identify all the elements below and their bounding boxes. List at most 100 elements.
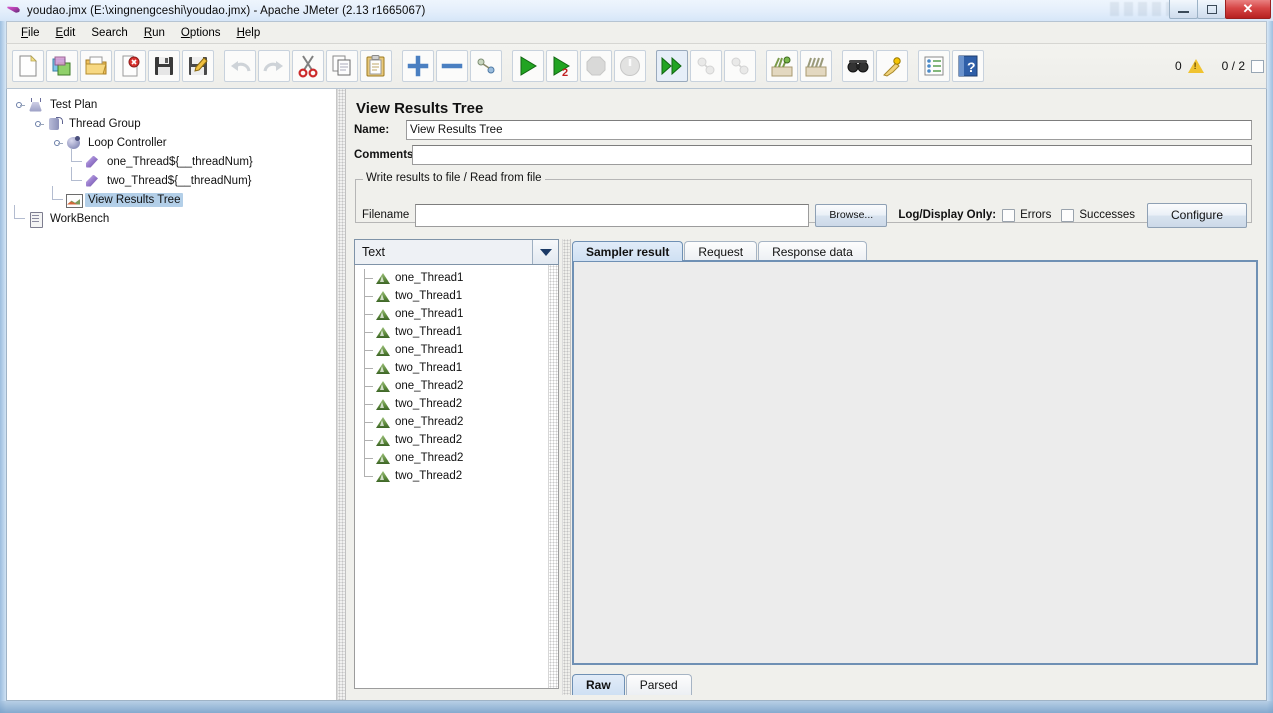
tree-node[interactable]: View Results Tree (13, 190, 336, 209)
tree-expander[interactable] (51, 133, 65, 152)
toolbar-remote-start-all-button[interactable] (656, 50, 688, 82)
tree-node[interactable]: Thread Group (13, 114, 336, 133)
toolbar-copy-button[interactable] (326, 50, 358, 82)
window-bottom-edge (0, 701, 1273, 713)
tree-node[interactable]: Loop Controller (13, 133, 336, 152)
menu-run[interactable]: Run (136, 25, 173, 41)
menu-edit[interactable]: Edit (48, 25, 84, 41)
result-list-item[interactable]: one_Thread2 (355, 413, 558, 431)
toolbar-expand-all-button[interactable] (402, 50, 434, 82)
successes-checkbox[interactable] (1061, 209, 1074, 222)
result-view-mode-tabs[interactable]: RawParsed (572, 672, 693, 695)
expand-handle-icon[interactable] (51, 137, 63, 149)
minimize-button[interactable] (1169, 0, 1198, 19)
result-tab[interactable]: Response data (758, 241, 867, 261)
menu-help[interactable]: Help (229, 25, 269, 41)
result-tab[interactable]: Request (684, 241, 757, 261)
tree-node[interactable]: two_Thread${__threadNum} (13, 171, 336, 190)
result-tabs[interactable]: Sampler resultRequestResponse data (572, 239, 1258, 261)
comments-input[interactable] (412, 145, 1252, 165)
menu-options[interactable]: Options (173, 25, 229, 41)
toolbar-undo-button[interactable] (224, 50, 256, 82)
result-list-item[interactable]: one_Thread2 (355, 377, 558, 395)
result-list-item[interactable]: two_Thread1 (355, 359, 558, 377)
results-inner-splitter[interactable] (562, 239, 571, 695)
toolbar-stop-button[interactable] (580, 50, 612, 82)
toolbar-redo-button[interactable] (258, 50, 290, 82)
tree-expander[interactable] (13, 95, 27, 114)
result-list-item[interactable]: two_Thread1 (355, 323, 558, 341)
toolbar-clear-button[interactable] (766, 50, 798, 82)
result-list-item[interactable]: two_Thread2 (355, 467, 558, 485)
renderer-combo[interactable]: Text (354, 239, 559, 265)
filename-input[interactable] (415, 204, 809, 227)
tree-node[interactable]: Test Plan (13, 95, 336, 114)
result-list-item[interactable]: two_Thread1 (355, 287, 558, 305)
expand-handle-icon[interactable] (13, 99, 25, 111)
toolbar-shutdown-button[interactable] (614, 50, 646, 82)
chevron-down-icon[interactable] (532, 240, 558, 264)
tree-node[interactable]: WorkBench (13, 209, 336, 228)
result-list-item[interactable]: two_Thread2 (355, 395, 558, 413)
toolbar-templates-button[interactable] (46, 50, 78, 82)
comments-row: Comments: (354, 145, 1252, 165)
errors-checkbox[interactable] (1002, 209, 1015, 222)
jmeter-window: youdao.jmx (E:\xingnengceshi\youdao.jmx)… (0, 0, 1273, 713)
results-list-scrollbar[interactable] (548, 265, 558, 688)
toolbar-save-button[interactable] (148, 50, 180, 82)
toolbar-new-button[interactable] (12, 50, 44, 82)
tree-node[interactable]: one_Thread${__threadNum} (13, 152, 336, 171)
result-view-mode-tab[interactable]: Raw (572, 674, 625, 695)
tree-connector-dash (364, 314, 373, 315)
result-list-item[interactable]: one_Thread1 (355, 305, 558, 323)
toolbar-cut-button[interactable] (292, 50, 324, 82)
save-icon (152, 54, 176, 78)
toolbar-open-button[interactable] (80, 50, 112, 82)
browse-button[interactable]: Browse... (815, 204, 887, 227)
testplan-icon (27, 97, 44, 113)
results-list[interactable]: one_Thread1two_Thread1one_Thread1two_Thr… (354, 265, 559, 689)
maximize-button[interactable] (1197, 0, 1226, 19)
result-list-item[interactable]: one_Thread2 (355, 449, 558, 467)
toolbar-start-button[interactable] (512, 50, 544, 82)
warning-icon[interactable] (1188, 59, 1204, 73)
sampler-success-icon (375, 289, 391, 303)
main-splitter[interactable] (337, 89, 346, 700)
start-no-pauses-icon: 2 (550, 54, 574, 78)
sampler-result-content[interactable] (572, 260, 1258, 665)
result-list-item[interactable]: two_Thread2 (355, 431, 558, 449)
successes-checkbox-group[interactable]: Successes (1061, 209, 1135, 222)
toolbar-help-button[interactable]: ? (952, 50, 984, 82)
close-button[interactable]: ✕ (1225, 0, 1271, 19)
test-plan-tree[interactable]: Test PlanThread GroupLoop Controller one_… (7, 89, 336, 228)
sampler-success-icon (375, 397, 391, 411)
tree-node-label: one_Thread${__threadNum} (104, 155, 256, 169)
toolbar-remote-shutdown-all-button[interactable] (724, 50, 756, 82)
name-label: Name: (354, 124, 406, 136)
result-list-item[interactable]: one_Thread1 (355, 269, 558, 287)
result-view-mode-tab[interactable]: Parsed (626, 674, 692, 695)
toolbar-save-as-button[interactable] (182, 50, 214, 82)
toolbar-remote-stop-all-button[interactable] (690, 50, 722, 82)
menu-file[interactable]: File (13, 25, 48, 41)
toolbar-toggle-button[interactable] (470, 50, 502, 82)
toolbar-clear-all-button[interactable] (800, 50, 832, 82)
result-tab[interactable]: Sampler result (572, 241, 683, 261)
expand-handle-icon[interactable] (32, 118, 44, 130)
errors-checkbox-group[interactable]: Errors (1002, 209, 1051, 222)
toolbar-paste-button[interactable] (360, 50, 392, 82)
name-input[interactable]: View Results Tree (406, 120, 1252, 140)
configure-button[interactable]: Configure (1147, 203, 1247, 228)
tree-expander[interactable] (32, 114, 46, 133)
toolbar-search-reset-button[interactable] (876, 50, 908, 82)
toolbar-close-button[interactable] (114, 50, 146, 82)
toolbar-function-helper-button[interactable] (918, 50, 950, 82)
result-list-item[interactable]: one_Thread1 (355, 341, 558, 359)
name-row: Name: View Results Tree (354, 120, 1252, 140)
toolbar-start-no-pauses-button[interactable]: 2 (546, 50, 578, 82)
open-icon (84, 54, 108, 78)
toolbar-search-button[interactable] (842, 50, 874, 82)
toolbar-collapse-all-button[interactable] (436, 50, 468, 82)
filename-row: Filename Browse... Log/Display Only: Err… (355, 203, 1255, 227)
menu-search[interactable]: Search (83, 25, 135, 41)
